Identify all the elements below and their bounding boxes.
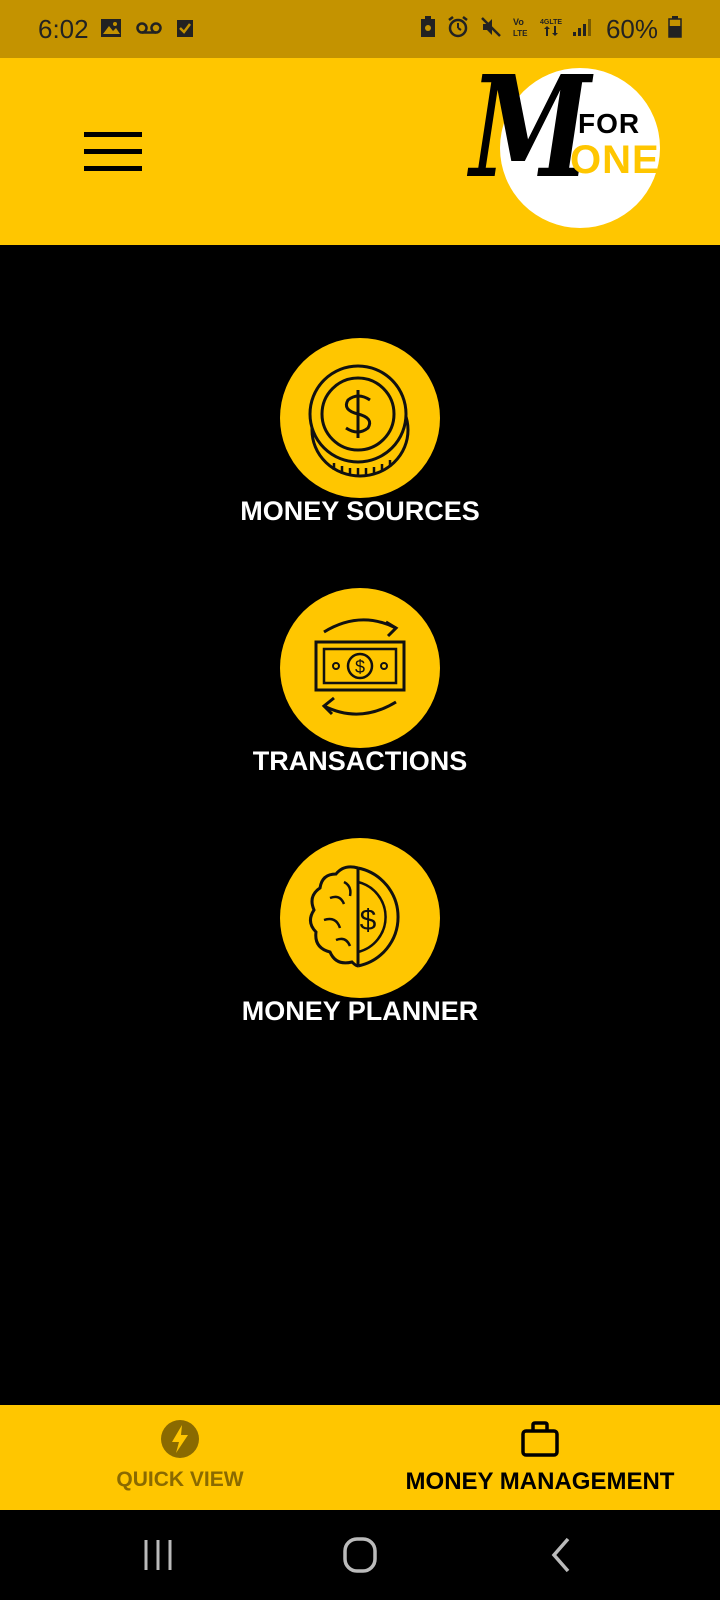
svg-text:LTE: LTE bbox=[513, 29, 528, 38]
status-bar: 6:02 Vo LTE 4GLTE 60% bbox=[0, 0, 720, 58]
briefcase-icon bbox=[520, 1419, 560, 1459]
alarm-icon bbox=[446, 15, 470, 44]
app-logo: M FOR ONEY bbox=[470, 58, 690, 236]
volte-icon: Vo LTE bbox=[512, 16, 530, 43]
hamburger-line bbox=[84, 149, 142, 154]
status-left-icons bbox=[100, 18, 194, 43]
app-screen: 6:02 Vo LTE 4GLTE 60% M FOR ONEY MONEY S… bbox=[0, 0, 720, 1600]
menu-item-label: MONEY PLANNER bbox=[241, 996, 479, 1026]
svg-text:Vo: Vo bbox=[513, 17, 524, 27]
svg-text:$: $ bbox=[355, 657, 365, 677]
tab-label: MONEY MANAGEMENT bbox=[405, 1468, 675, 1495]
hamburger-line bbox=[84, 132, 142, 137]
home-icon[interactable] bbox=[330, 1530, 390, 1580]
menu-item-money-planner[interactable]: $ MONEY PLANNER bbox=[0, 838, 720, 1038]
money-exchange-icon: $ bbox=[280, 588, 440, 748]
battery-icon bbox=[668, 16, 682, 43]
system-nav-bar bbox=[0, 1510, 720, 1600]
svg-text:$: $ bbox=[360, 904, 377, 937]
battery-percentage: 60% bbox=[605, 14, 658, 44]
tab-label: QUICK VIEW bbox=[116, 1468, 244, 1491]
app-header: M FOR ONEY bbox=[0, 58, 720, 245]
status-right-icons: Vo LTE 4GLTE 60% bbox=[420, 14, 682, 45]
hamburger-icon[interactable] bbox=[84, 132, 142, 172]
mute-icon bbox=[480, 16, 502, 43]
menu-item-money-sources[interactable]: MONEY SOURCES bbox=[0, 338, 720, 538]
voicemail-icon bbox=[136, 21, 162, 40]
signal-icon bbox=[572, 17, 592, 42]
logo-oney-text: ONEY bbox=[570, 138, 688, 182]
coin-dollar-icon bbox=[280, 338, 440, 498]
task-check-icon bbox=[176, 18, 194, 43]
tab-quick-view[interactable]: QUICK VIEW bbox=[0, 1405, 360, 1510]
menu-item-transactions[interactable]: $ TRANSACTIONS bbox=[0, 588, 720, 788]
brain-coin-icon: $ bbox=[280, 838, 440, 998]
bottom-nav: QUICK VIEW MONEY MANAGEMENT bbox=[0, 1405, 720, 1510]
menu-item-label: TRANSACTIONS bbox=[252, 746, 468, 776]
recent-apps-icon[interactable] bbox=[128, 1530, 188, 1580]
svg-text:4GLTE: 4GLTE bbox=[540, 19, 562, 26]
status-time: 6:02 bbox=[38, 14, 89, 44]
4g-lte-icon: 4GLTE bbox=[540, 16, 562, 43]
lightning-icon bbox=[160, 1419, 200, 1459]
tab-money-management[interactable]: MONEY MANAGEMENT bbox=[360, 1405, 720, 1510]
back-icon[interactable] bbox=[532, 1530, 592, 1580]
hamburger-line bbox=[84, 166, 142, 171]
gallery-icon bbox=[100, 18, 122, 43]
battery-saver-icon bbox=[420, 16, 436, 43]
logo-for-text: FOR bbox=[578, 108, 641, 139]
menu-item-label: MONEY SOURCES bbox=[240, 496, 480, 526]
